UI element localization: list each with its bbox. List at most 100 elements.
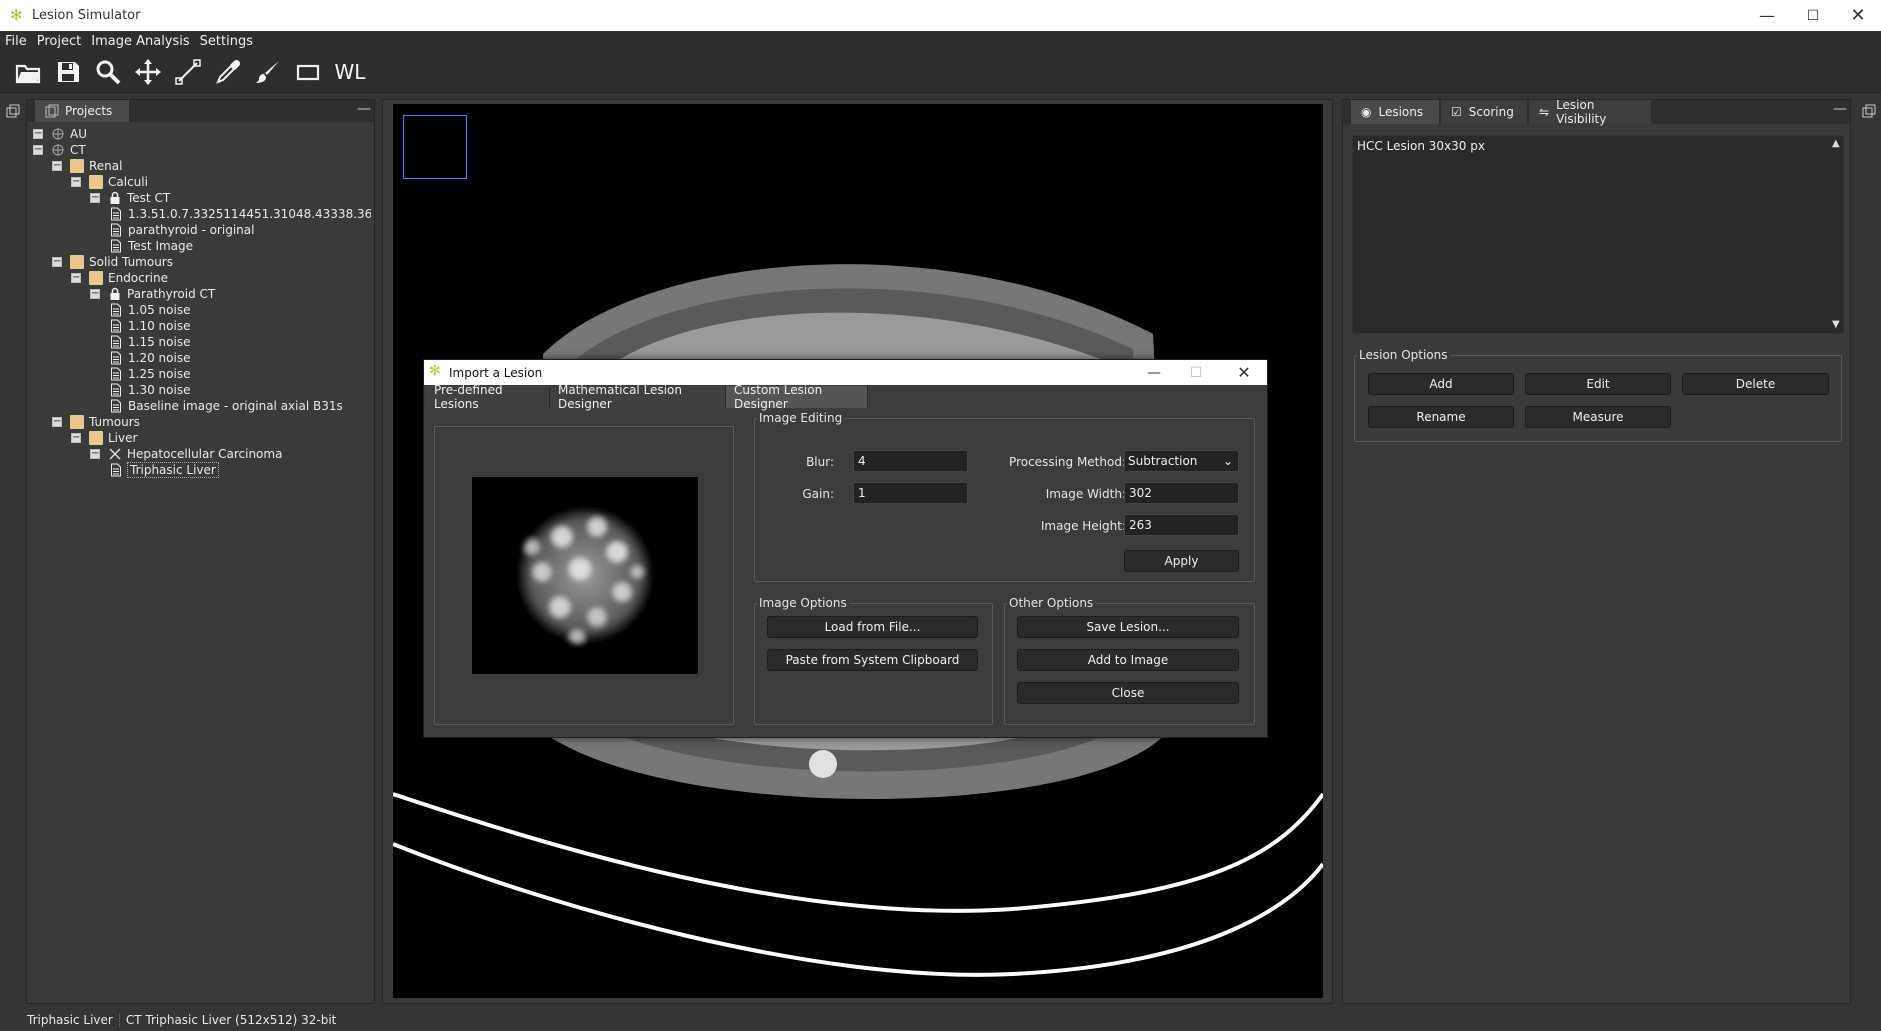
list-item[interactable]: HCC Lesion 30x30 px (1357, 139, 1485, 153)
pan-move-icon[interactable] (128, 52, 168, 92)
collapse-toggle-icon[interactable]: − (52, 417, 62, 427)
edit-lesion-button[interactable]: Edit (1525, 373, 1671, 395)
menu-file[interactable]: File (5, 34, 27, 49)
projects-panel: Projects — − AU − CT − Renal − Calculi − Test CT 1… (26, 99, 375, 1004)
collapse-toggle-icon[interactable]: − (90, 193, 100, 203)
tree-item[interactable]: − Test CT (90, 190, 170, 206)
tree-item[interactable]: 1.25 noise (109, 366, 190, 382)
dialog-close-action-button[interactable]: Close (1017, 682, 1239, 704)
undock-icon[interactable] (6, 104, 20, 118)
tab-projects[interactable]: Projects (35, 100, 129, 122)
folder-icon (89, 431, 103, 445)
rename-lesion-button[interactable]: Rename (1368, 406, 1514, 428)
tree-item[interactable]: 1.15 noise (109, 334, 190, 350)
brush-icon[interactable] (248, 52, 288, 92)
delete-lesion-button[interactable]: Delete (1682, 373, 1829, 395)
undock-icon[interactable] (1862, 104, 1876, 118)
toolbar: WL (0, 51, 1881, 93)
tab-custom-lesion-designer[interactable]: Custom Lesion Designer (726, 383, 868, 411)
tree-item-label: 1.15 noise (128, 335, 191, 349)
collapse-toggle-icon[interactable]: − (71, 177, 81, 187)
roi-selection-box[interactable] (403, 115, 467, 179)
panel-minimize-icon[interactable]: — (357, 101, 371, 117)
collapse-toggle-icon[interactable]: − (71, 433, 81, 443)
tree-item[interactable]: − Solid Tumours (52, 254, 173, 270)
tab-mathematical-lesion-designer[interactable]: Mathematical Lesion Designer (550, 383, 726, 411)
tree-item[interactable]: − Endocrine (71, 270, 168, 286)
tree-item[interactable]: 1.10 noise (109, 318, 190, 334)
scroll-up-icon[interactable]: ▲ (1832, 138, 1840, 149)
tree-item[interactable]: 1.3.51.0.7.3325114451.31048.43338.36297.… (109, 206, 371, 222)
open-folder-icon[interactable] (8, 52, 48, 92)
scroll-down-icon[interactable]: ▼ (1832, 319, 1840, 330)
tree-item[interactable]: − Hepatocellular Carcinoma (90, 446, 282, 462)
tree-item[interactable]: − Renal (52, 158, 122, 174)
collapse-toggle-icon[interactable]: − (71, 273, 81, 283)
app-logo-icon (429, 363, 443, 380)
menu-settings[interactable]: Settings (200, 34, 253, 49)
save-lesion-button[interactable]: Save Lesion... (1017, 616, 1239, 638)
collapse-toggle-icon[interactable]: − (52, 257, 62, 267)
tree-item[interactable]: − Tumours (52, 414, 140, 430)
panel-minimize-icon[interactable]: — (1833, 101, 1847, 117)
processing-method-select[interactable]: Subtraction ⌄ (1124, 450, 1239, 472)
collapse-toggle-icon[interactable]: − (90, 449, 100, 459)
tree-item-label: Baseline image - original axial B31s (128, 399, 343, 413)
tree-item[interactable]: − CT (33, 142, 86, 158)
tree-item-label: Triphasic Liver (127, 462, 219, 478)
blur-input[interactable]: 4 (853, 450, 968, 472)
tree-item[interactable]: Triphasic Liver (109, 462, 219, 478)
load-from-file-button[interactable]: Load from File... (767, 616, 978, 638)
dialog-maximize-button: ☐ (1189, 364, 1203, 381)
tab-predefined-lesions[interactable]: Pre-defined Lesions (426, 383, 550, 411)
collapse-toggle-icon[interactable]: − (52, 161, 62, 171)
tree-item[interactable]: 1.20 noise (109, 350, 190, 366)
folder-icon (89, 175, 103, 189)
status-image-info: CT Triphasic Liver (512x512) 32-bit (125, 1012, 337, 1027)
zoom-icon[interactable] (88, 52, 128, 92)
tab-scoring[interactable]: ☑ Scoring (1441, 100, 1527, 124)
close-button[interactable]: ✕ (1835, 0, 1881, 31)
tree-item[interactable]: − Parathyroid CT (90, 286, 215, 302)
apply-button[interactable]: Apply (1124, 550, 1239, 572)
lesion-list[interactable]: HCC Lesion 30x30 px ▲ ▼ (1352, 135, 1844, 334)
menu-image-analysis[interactable]: Image Analysis (91, 34, 189, 49)
collapse-toggle-icon[interactable]: − (90, 289, 100, 299)
tree-item[interactable]: − Calculi (71, 174, 148, 190)
tree-item[interactable]: 1.30 noise (109, 382, 190, 398)
add-lesion-button[interactable]: Add (1368, 373, 1514, 395)
import-lesion-dialog: Import a Lesion — ☐ ✕ Pre-defined Lesion… (423, 359, 1268, 738)
tree-item[interactable]: 1.05 noise (109, 302, 190, 318)
eyedropper-icon[interactable] (208, 52, 248, 92)
minimize-button[interactable]: — (1744, 0, 1790, 31)
collapse-toggle-icon[interactable]: − (33, 129, 43, 139)
tree-item[interactable]: − AU (33, 126, 87, 142)
measure-lesion-button[interactable]: Measure (1525, 406, 1671, 428)
maximize-button[interactable]: ☐ (1790, 0, 1836, 31)
image-width-input[interactable]: 302 (1124, 482, 1239, 504)
tab-lesion-visibility[interactable]: ⇋ Lesion Visibility (1529, 98, 1651, 126)
paste-from-clipboard-button[interactable]: Paste from System Clipboard (767, 649, 978, 671)
image-width-label: Image Width: (1045, 487, 1126, 501)
tree-item[interactable]: Baseline image - original axial B31s (109, 398, 343, 414)
tree-item[interactable]: − Liver (71, 430, 137, 446)
dialog-close-button[interactable]: ✕ (1224, 360, 1264, 385)
line-measure-icon[interactable] (168, 52, 208, 92)
tab-lesions[interactable]: ◉ Lesions (1351, 100, 1439, 124)
window-level-button[interactable]: WL (328, 52, 372, 92)
add-to-image-button[interactable]: Add to Image (1017, 649, 1239, 671)
tab-projects-label: Projects (65, 104, 113, 118)
tree-item-label: CT (70, 143, 86, 157)
gain-input[interactable]: 1 (853, 482, 968, 504)
document-icon (109, 207, 123, 221)
collapse-toggle-icon[interactable]: − (33, 145, 43, 155)
folder-icon (70, 255, 84, 269)
menu-project[interactable]: Project (37, 34, 81, 49)
dialog-minimize-button[interactable]: — (1134, 360, 1174, 385)
image-height-input[interactable]: 263 (1124, 514, 1239, 536)
scrollbar[interactable]: ▲ ▼ (1829, 136, 1843, 333)
rectangle-icon[interactable] (288, 52, 328, 92)
tree-item[interactable]: parathyroid - original (109, 222, 254, 238)
save-icon[interactable] (48, 52, 88, 92)
tree-item[interactable]: Test Image (109, 238, 193, 254)
